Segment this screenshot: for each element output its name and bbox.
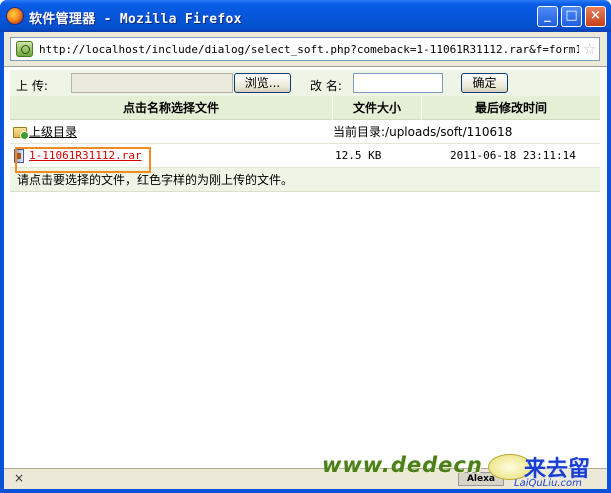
title-bar[interactable]: 软件管理器 - Mozilla Firefox _ □ × xyxy=(0,0,611,32)
browser-window: 软件管理器 - Mozilla Firefox _ □ × http://loc… xyxy=(0,0,611,493)
upload-label: 上 传: xyxy=(16,79,48,93)
file-modified: 2011-06-18 23:11:14 xyxy=(450,149,576,162)
header-name: 点击名称选择文件 xyxy=(122,101,219,115)
rename-label: 改 名: xyxy=(310,79,342,93)
address-bar: http://localhost/include/dialog/select_s… xyxy=(4,32,607,66)
window-title: 软件管理器 - Mozilla Firefox xyxy=(29,12,242,27)
close-button[interactable]: × xyxy=(585,6,606,27)
url-text: http://localhost/include/dialog/select_s… xyxy=(39,43,579,56)
upload-row: 上 传: 浏览... 改 名: 确定 xyxy=(10,70,600,96)
file-size: 12.5 KB xyxy=(335,149,382,162)
table-header: 点击名称选择文件 文件大小 最后修改时间 xyxy=(10,96,600,120)
current-directory: 当前目录:/uploads/soft/110618 xyxy=(333,125,513,139)
star-icon[interactable]: ☆ xyxy=(583,40,596,58)
folder-up-icon xyxy=(13,127,29,140)
table-row: 1-11061R31112.rar 12.5 KB 2011-06-18 23:… xyxy=(10,144,600,168)
firefox-icon xyxy=(6,7,24,25)
file-table: 点击名称选择文件 文件大小 最后修改时间 上级目录 当前目录:/uploads/… xyxy=(10,96,600,192)
status-close-icon[interactable]: × xyxy=(14,471,24,485)
notice-text: 请点击要选择的文件，红色字样的为刚上传的文件。 xyxy=(10,168,600,192)
maximize-button[interactable]: □ xyxy=(561,6,582,27)
site-icon xyxy=(16,41,33,57)
parent-directory-row: 上级目录 当前目录:/uploads/soft/110618 xyxy=(10,120,600,144)
confirm-button[interactable]: 确定 xyxy=(461,73,508,93)
rar-file-icon xyxy=(14,149,24,163)
alexa-toolbar-button[interactable]: Alexa xyxy=(458,472,504,486)
header-size: 文件大小 xyxy=(352,101,401,115)
url-field[interactable]: http://localhost/include/dialog/select_s… xyxy=(10,37,600,61)
upload-file-input[interactable] xyxy=(71,73,233,93)
minimize-button[interactable]: _ xyxy=(537,6,558,27)
header-modified: 最后修改时间 xyxy=(474,101,547,115)
browse-button[interactable]: 浏览... xyxy=(234,73,291,93)
status-bar: × Alexa xyxy=(4,468,607,489)
parent-directory-link[interactable]: 上级目录 xyxy=(29,120,77,144)
file-name-link[interactable]: 1-11061R31112.rar xyxy=(29,144,142,168)
page-content: 上 传: 浏览... 改 名: 确定 点击名称选择文件 文件大小 最后修改时间 … xyxy=(4,66,607,468)
rename-input[interactable] xyxy=(353,73,443,93)
